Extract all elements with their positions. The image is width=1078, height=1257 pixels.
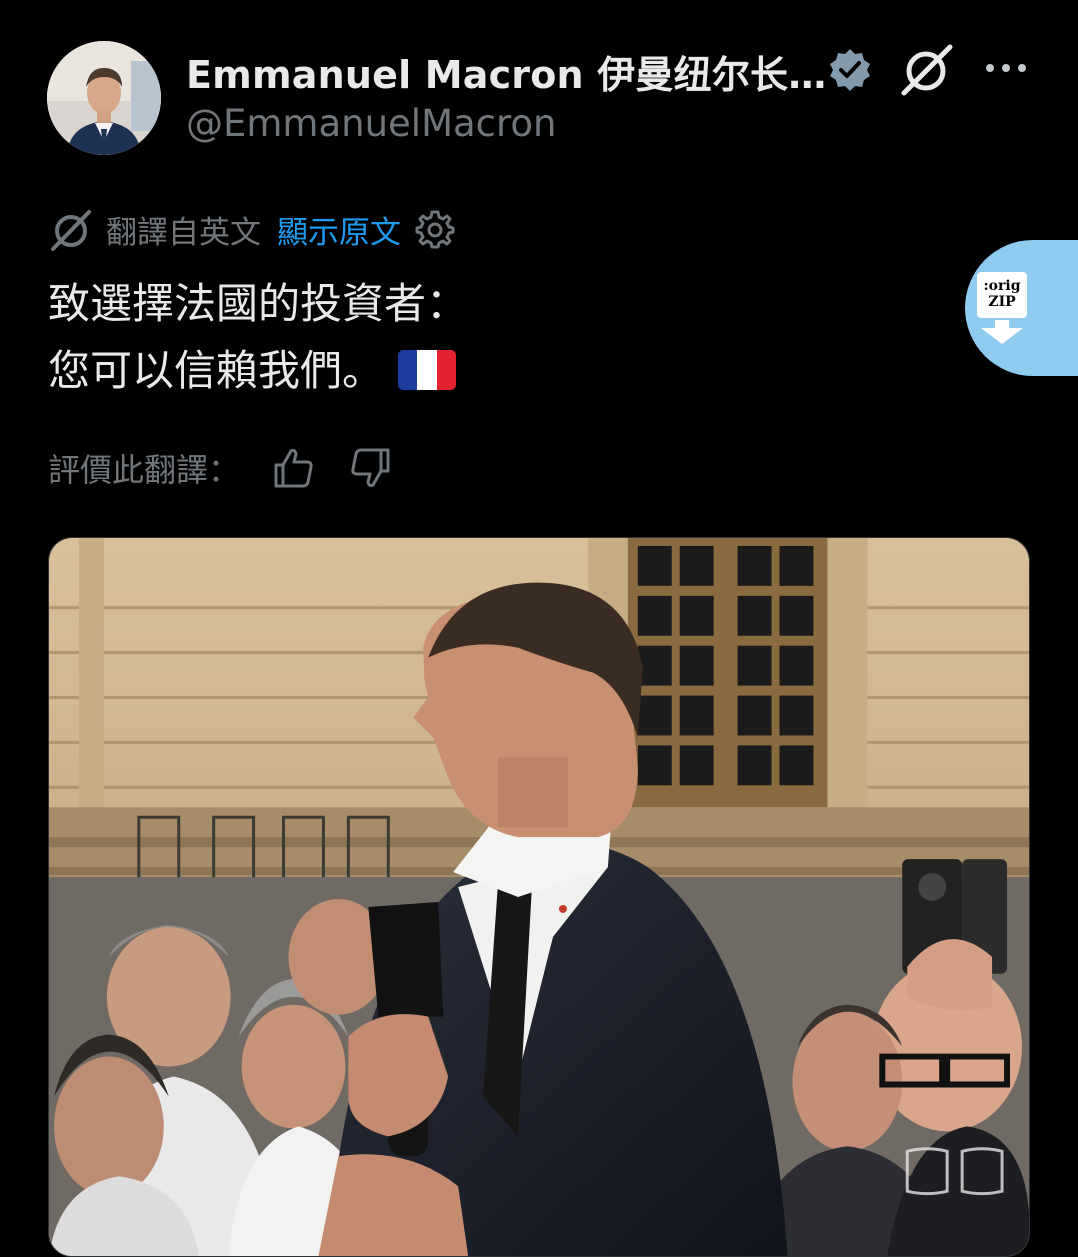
display-name[interactable]: Emmanuel Macron 伊曼纽尔长… bbox=[186, 44, 826, 99]
gear-icon[interactable] bbox=[415, 209, 455, 249]
show-original-link[interactable]: 顯示原文 bbox=[277, 207, 401, 252]
rate-translation-label: 評價此翻譯： bbox=[48, 451, 241, 489]
zip-tag: :orig ZIP bbox=[977, 272, 1027, 318]
translation-label: 翻譯自英文 bbox=[106, 214, 261, 251]
tweet-text: 致選擇法國的投資者： 您可以信賴我們。 bbox=[48, 270, 468, 404]
tweet-text-line2-text: 您可以信賴我們。 bbox=[48, 346, 385, 395]
zip-tag-line2: ZIP bbox=[988, 294, 1016, 310]
video-frame bbox=[49, 538, 1029, 1256]
tweet-text-line1: 致選擇法國的投資者： bbox=[48, 279, 469, 328]
thumbs-down-icon[interactable] bbox=[348, 446, 392, 490]
verified-badge-icon bbox=[830, 49, 870, 91]
orig-zip-download-button[interactable]: :orig ZIP bbox=[965, 240, 1078, 376]
thumbs-up-icon[interactable] bbox=[272, 446, 316, 490]
handle[interactable]: @EmmanuelMacron bbox=[186, 102, 557, 145]
france-flag-icon bbox=[398, 349, 456, 390]
rate-translation-row: 評價此翻譯： bbox=[48, 442, 424, 494]
translation-row: 翻譯自英文 顯示原文 bbox=[48, 205, 455, 253]
translate-icon bbox=[51, 210, 91, 251]
zip-icon: :orig ZIP bbox=[977, 272, 1039, 344]
more-icon[interactable] bbox=[982, 48, 1030, 88]
zip-tag-line1: :orig bbox=[983, 278, 1021, 294]
tweet-video[interactable] bbox=[48, 537, 1030, 1257]
download-arrow-icon bbox=[981, 320, 1023, 344]
avatar[interactable] bbox=[47, 41, 161, 155]
grok-icon[interactable] bbox=[898, 44, 956, 96]
avatar-photo bbox=[47, 41, 161, 155]
tweet-text-line2: 您可以信賴我們。 bbox=[48, 337, 468, 404]
